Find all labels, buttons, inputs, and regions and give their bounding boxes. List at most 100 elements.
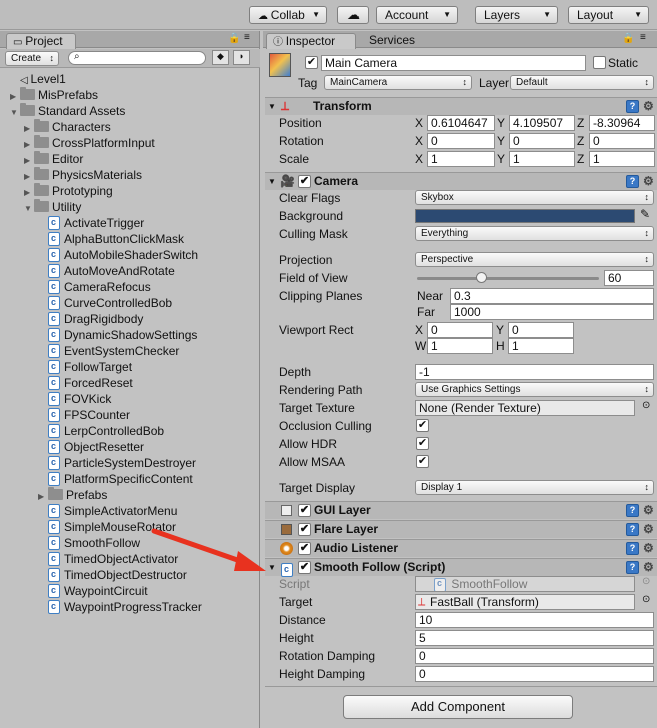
help-icon[interactable]: ? [626,561,639,574]
camera-enabled-checkbox[interactable]: ✔ [298,175,311,188]
collab-button[interactable]: ☁ Collab ▼ [249,6,327,24]
menu-icon[interactable]: ≡ [640,32,646,43]
tab-project[interactable]: ▭ Project [6,33,76,49]
tree-item[interactable]: LerpControlledBob [38,422,164,439]
tree-folder-item[interactable]: ▶ Characters [24,119,111,135]
tree-item[interactable]: FPSCounter [38,406,130,423]
help-icon[interactable]: ? [626,504,639,517]
clear-flags-dropdown[interactable]: Skybox [415,190,654,205]
filter-type-button[interactable]: ◆ [212,50,229,65]
tree-item[interactable]: WaypointProgressTracker [38,598,202,615]
gui-layer-header[interactable]: ✔ GUI Layer ? ⚙ [265,501,657,519]
eyedropper-icon[interactable]: ✎ [640,207,650,221]
rotation-x-field[interactable]: 0 [427,133,495,149]
filter-label-button[interactable]: ◗ [233,50,250,65]
tree-item[interactable]: ObjectResetter [38,438,144,455]
fov-field[interactable]: 60 [604,270,654,286]
target-field[interactable]: ⟂ FastBall (Transform) [415,594,635,610]
tree-item[interactable]: ForcedReset [38,374,133,391]
rotation-y-field[interactable]: 0 [509,133,575,149]
create-dropdown[interactable]: Create [5,51,59,66]
tree-item[interactable]: FOVKick [38,390,111,407]
tree-folder-item[interactable]: ▼ Utility [24,199,81,215]
audio-listener-header[interactable]: ✔ Audio Listener ? ⚙ [265,539,657,557]
tab-services[interactable]: Services [363,33,421,49]
tree-item[interactable]: DynamicShadowSettings [38,326,197,343]
tree-item[interactable]: EventSystemChecker [38,342,179,359]
allow-hdr-checkbox[interactable]: ✔ [416,437,429,450]
help-icon[interactable]: ? [626,100,639,113]
tree-item[interactable]: SimpleActivatorMenu [38,502,177,519]
tree-folder-item[interactable]: ▶ CrossPlatformInput [24,135,155,151]
flare-layer-header[interactable]: ✔ Flare Layer ? ⚙ [265,520,657,538]
tree-folder-item[interactable]: ▼ Standard Assets [10,103,125,119]
tag-dropdown[interactable]: MainCamera [324,75,472,90]
tree-item[interactable]: CameraRefocus [38,278,151,295]
audio-listener-checkbox[interactable]: ✔ [298,542,311,555]
tree-folder-item[interactable]: ▶ Prototyping [24,183,113,199]
background-color-swatch[interactable] [415,209,635,223]
fov-slider-thumb[interactable] [475,272,487,283]
height-field[interactable]: 5 [415,630,654,646]
viewport-x-field[interactable]: 0 [427,322,493,338]
height-damping-field[interactable]: 0 [415,666,654,682]
far-field[interactable]: 1000 [450,304,654,320]
near-field[interactable]: 0.3 [450,288,654,304]
gear-icon[interactable]: ⚙ [643,521,654,538]
gear-icon[interactable]: ⚙ [643,98,654,115]
tree-item[interactable]: ◁ Level1 [10,71,66,87]
viewport-w-field[interactable]: 1 [427,338,493,354]
smooth-follow-header[interactable]: ▼ ✔ Smooth Follow (Script) ? ⚙ [265,558,657,578]
gui-layer-checkbox[interactable]: ✔ [298,504,311,517]
static-checkbox[interactable] [593,56,606,69]
fov-slider-track[interactable] [417,277,599,280]
viewport-y-field[interactable]: 0 [508,322,574,338]
depth-field[interactable]: -1 [415,364,654,380]
tree-item[interactable]: SmoothFollow [38,534,140,551]
search-input[interactable]: ⌕ [68,51,206,65]
menu-icon[interactable]: ≡ [244,32,250,43]
tree-item[interactable]: DragRigidbody [38,310,143,327]
tree-item[interactable]: PlatformSpecificContent [38,470,193,487]
viewport-h-field[interactable]: 1 [508,338,574,354]
tree-item[interactable]: WaypointCircuit [38,582,148,599]
lock-icon[interactable]: 🔒 [622,33,634,44]
position-y-field[interactable]: 4.109507 [509,115,575,131]
culling-mask-dropdown[interactable]: Everything [415,226,654,241]
position-z-field[interactable]: -8.30964 [589,115,655,131]
tree-item[interactable]: ActivateTrigger [38,214,144,231]
gear-icon[interactable]: ⚙ [643,559,654,576]
tree-item[interactable]: ParticleSystemDestroyer [38,454,196,471]
camera-header[interactable]: ▼ 🎥 ✔ Camera ? ⚙ [265,172,657,190]
lock-icon[interactable]: 🔒 [228,33,240,44]
help-icon[interactable]: ? [626,542,639,555]
rendering-path-dropdown[interactable]: Use Graphics Settings [415,382,654,397]
position-x-field[interactable]: 0.6104647 [427,115,495,131]
gear-icon[interactable]: ⚙ [643,540,654,557]
fold-triangle-icon[interactable]: ▼ [268,173,276,190]
cloud-button[interactable]: ☁ [337,6,369,24]
flare-layer-checkbox[interactable]: ✔ [298,523,311,536]
scale-z-field[interactable]: 1 [589,151,655,167]
tree-folder-item[interactable]: ▶ PhysicsMaterials [24,167,142,183]
tree-folder-item[interactable]: ▶ Prefabs [38,487,107,503]
tree-folder-item[interactable]: ▶ MisPrefabs [10,87,98,103]
add-component-button[interactable]: Add Component [343,695,573,719]
tab-inspector[interactable]: ⓘ Inspector [266,33,356,49]
expanded-triangle-icon[interactable]: ▼ [24,201,34,217]
tree-item[interactable]: AutoMoveAndRotate [38,262,175,279]
object-picker-icon[interactable]: ⊙ [642,400,650,411]
object-name-field[interactable]: Main Camera [321,55,586,71]
rotation-z-field[interactable]: 0 [589,133,655,149]
scale-y-field[interactable]: 1 [509,151,575,167]
tree-item[interactable]: AlphaButtonClickMask [38,230,184,247]
transform-header[interactable]: ▼ ⟂ Transform ? ⚙ [265,97,657,115]
distance-field[interactable]: 10 [415,612,654,628]
tree-folder-item[interactable]: ▶ Editor [24,151,83,167]
gear-icon[interactable]: ⚙ [643,502,654,519]
tree-item[interactable]: AutoMobileShaderSwitch [38,246,198,263]
active-checkbox[interactable]: ✔ [305,56,318,69]
fold-triangle-icon[interactable]: ▼ [268,98,276,115]
layer-dropdown[interactable]: Default [510,75,654,90]
allow-msaa-checkbox[interactable]: ✔ [416,455,429,468]
